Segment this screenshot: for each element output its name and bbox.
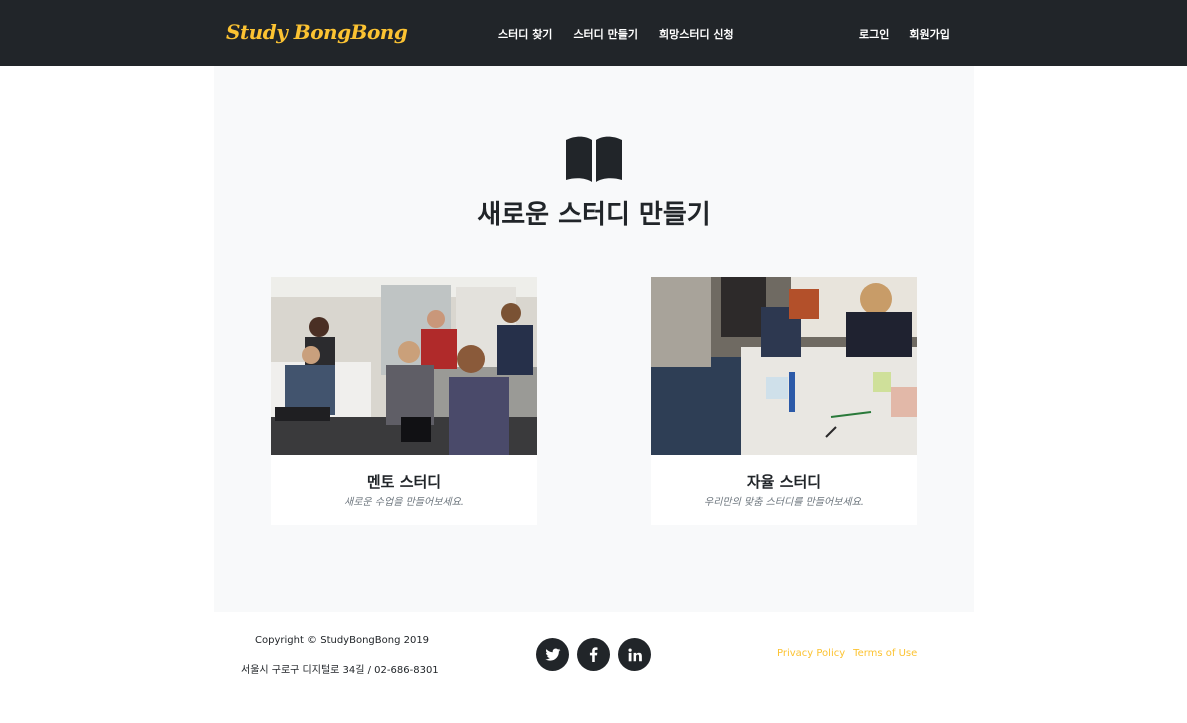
auth-menu: 로그인 회원가입 xyxy=(859,26,950,42)
card-title: 자율 스터디 xyxy=(746,473,822,491)
top-navbar: Study BongBong 스터디 찾기 스터디 만들기 희망스터디 신청 로… xyxy=(0,0,1187,66)
footer-copyright: Copyright © StudyBongBong 2019 xyxy=(255,635,430,646)
nav-request-study[interactable]: 희망스터디 신청 xyxy=(659,26,734,42)
terms-of-use-link[interactable]: Terms of Use xyxy=(853,648,917,659)
create-study-section: 새로운 스터디 만들기 멘토 스터디 새로운 수업을 만들어보세요. 자율 스터… xyxy=(214,66,974,612)
signup-link[interactable]: 회원가입 xyxy=(909,26,949,42)
footer-links: Privacy Policy Terms of Use xyxy=(777,648,917,659)
mentor-study-card[interactable]: 멘토 스터디 새로운 수업을 만들어보세요. xyxy=(271,277,537,525)
nav-find-study[interactable]: 스터디 찾기 xyxy=(498,26,552,42)
page-title: 새로운 스터디 만들기 xyxy=(477,200,711,230)
card-subtitle: 우리만의 맞춤 스터디를 만들어보세요. xyxy=(704,497,864,508)
nav-create-study[interactable]: 스터디 만들기 xyxy=(573,26,638,42)
mentor-study-image xyxy=(271,277,537,455)
login-link[interactable]: 로그인 xyxy=(859,26,889,42)
self-study-image xyxy=(651,277,917,455)
card-title: 멘토 스터디 xyxy=(366,473,442,491)
facebook-icon[interactable] xyxy=(577,638,610,671)
twitter-icon[interactable] xyxy=(536,638,569,671)
main-menu: 스터디 찾기 스터디 만들기 희망스터디 신청 xyxy=(498,26,734,42)
social-links xyxy=(536,638,651,671)
self-study-card[interactable]: 자율 스터디 우리만의 맞춤 스터디를 만들어보세요. xyxy=(651,277,917,525)
linkedin-icon[interactable] xyxy=(618,638,651,671)
book-open-icon xyxy=(566,136,622,182)
footer-address: 서울시 구로구 디지털로 34길 / 02-686-8301 xyxy=(241,665,439,676)
brand-logo[interactable]: Study BongBong xyxy=(226,20,408,44)
card-subtitle: 새로운 수업을 만들어보세요. xyxy=(344,497,464,508)
privacy-policy-link[interactable]: Privacy Policy xyxy=(777,648,845,659)
